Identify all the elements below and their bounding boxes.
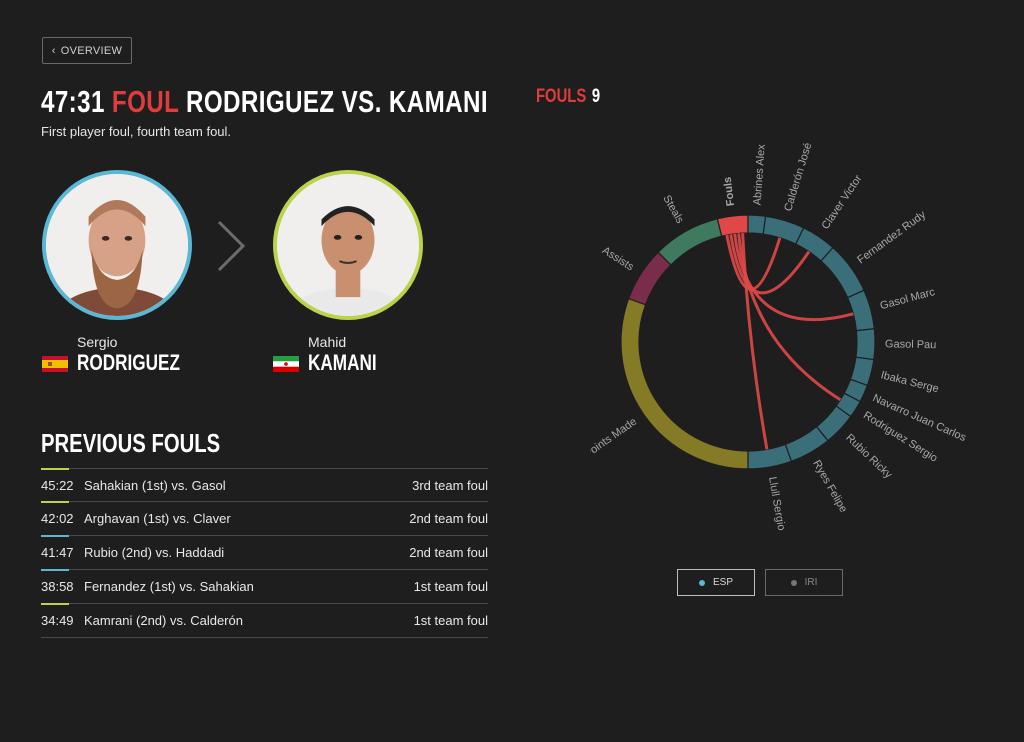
chord-arc-segment[interactable] bbox=[846, 289, 875, 332]
fouls-chord-chart: Fouls Abrines Alex Calderón José Claver Vic… bbox=[590, 141, 968, 532]
team-filter-label: ESP bbox=[712, 577, 733, 588]
foul-desc: Rubio (2nd) vs. Haddadi bbox=[84, 545, 225, 560]
chevron-left-icon: ‹ bbox=[51, 44, 56, 57]
team-accent-bar bbox=[41, 468, 69, 470]
chord-label: Llull Sergio bbox=[766, 476, 787, 532]
event-matchup: RODRIGUEZ VS. KAMANI bbox=[185, 84, 488, 119]
chord-arc-segment[interactable] bbox=[855, 328, 876, 361]
fouler-last-name: RODRIGUEZ bbox=[77, 350, 180, 375]
event-description: First player foul, fourth team foul. bbox=[41, 124, 232, 139]
chord-arc-segment[interactable] bbox=[716, 214, 749, 237]
chord-label: Fouls bbox=[722, 176, 737, 207]
team-dot-icon bbox=[698, 579, 705, 586]
chord-label: Claver Victor bbox=[820, 173, 865, 232]
foul-row[interactable]: 42:02 Arghavan (1st) vs. Claver 2nd team f… bbox=[41, 501, 488, 536]
event-time: 47:31 bbox=[41, 84, 105, 119]
team-accent-bar bbox=[41, 569, 69, 571]
fouled-first-name: Mahid bbox=[308, 334, 347, 350]
overview-label: OVERVIEW bbox=[60, 44, 123, 57]
chord-label: Navarro Juan Carlos bbox=[871, 392, 968, 444]
chord-label: Assists bbox=[600, 245, 636, 274]
chord-label: Points Made bbox=[590, 416, 639, 461]
foul-desc: Kamrani (2nd) vs. Calderón bbox=[84, 613, 243, 628]
chord-label: Calderón José bbox=[782, 141, 814, 212]
chord-label: Ibaka Serge bbox=[880, 369, 940, 395]
previous-fouls-title: PREVIOUS FOULS bbox=[41, 428, 221, 458]
foul-desc: Arghavan (1st) vs. Claver bbox=[84, 511, 231, 526]
foul-team-count: 1st team foul bbox=[413, 579, 488, 594]
foul-time: 34:49 bbox=[41, 613, 74, 628]
foul-time: 41:47 bbox=[41, 545, 74, 560]
chord-arc-segment[interactable] bbox=[657, 218, 723, 266]
foul-team-count: 2nd team foul bbox=[409, 545, 488, 560]
foul-row[interactable]: 41:47 Rubio (2nd) vs. Haddadi 2nd team fou… bbox=[41, 535, 488, 570]
foul-team-count: 3rd team foul bbox=[412, 477, 488, 493]
team-filter-esp[interactable]: ESP bbox=[677, 569, 755, 596]
foul-desc: Sahakian (1st) vs. Gasol bbox=[84, 477, 226, 493]
foul-row[interactable]: 34:49 Kamrani (2nd) vs. Calderón 1st team … bbox=[41, 603, 488, 638]
fouler-first-name: Sergio bbox=[77, 334, 118, 350]
chord-arc-segment[interactable] bbox=[747, 443, 793, 470]
fouler-avatar[interactable] bbox=[42, 170, 192, 320]
chord-label: Abrines Alex bbox=[751, 143, 767, 205]
chord-arc-segment[interactable] bbox=[784, 425, 829, 463]
chord-label: Gasol Pau bbox=[885, 338, 937, 351]
fouled-avatar[interactable] bbox=[273, 170, 423, 320]
foul-time: 38:58 bbox=[41, 579, 74, 594]
foul-team-count: 2nd team foul bbox=[409, 511, 488, 526]
chord-arc-segment[interactable] bbox=[627, 251, 672, 306]
fouls-count-label: FOULS bbox=[536, 86, 587, 107]
foul-team-count: 1st team foul bbox=[413, 613, 488, 628]
team-accent-bar bbox=[41, 501, 69, 503]
chord-label: Fernandez Rudy bbox=[855, 208, 928, 266]
chevron-right-icon bbox=[217, 220, 246, 272]
team-filter-label: IRI bbox=[804, 577, 818, 588]
foul-row[interactable]: 38:58 Fernandez (1st) vs. Sahakian 1st tea… bbox=[41, 569, 488, 604]
team-accent-bar bbox=[41, 535, 69, 537]
foul-time: 45:22 bbox=[41, 477, 74, 493]
event-type: FOUL bbox=[111, 84, 179, 119]
fouls-count: FOULS 9 bbox=[536, 86, 618, 108]
spain-flag-icon bbox=[42, 356, 68, 372]
team-dot-icon bbox=[790, 579, 797, 586]
foul-desc: Fernandez (1st) vs. Sahakian bbox=[84, 579, 254, 594]
team-accent-bar bbox=[41, 603, 69, 605]
chord-label: Gasol Marc bbox=[879, 286, 937, 312]
foul-time: 42:02 bbox=[41, 511, 74, 526]
chord-label: Steals bbox=[660, 193, 686, 226]
previous-fouls-list: 45:22 Sahakian (1st) vs. Gasol 3rd team fo… bbox=[41, 468, 488, 638]
fouls-count-value: 9 bbox=[591, 86, 601, 107]
fouled-last-name: KAMANI bbox=[308, 350, 377, 375]
team-filter-iri[interactable]: IRI bbox=[765, 569, 843, 596]
foul-row[interactable]: 45:22 Sahakian (1st) vs. Gasol 3rd team fo… bbox=[41, 468, 488, 502]
chord-link bbox=[741, 233, 769, 450]
overview-button[interactable]: ‹ OVERVIEW bbox=[42, 37, 132, 64]
iran-flag-icon bbox=[273, 356, 299, 372]
chord-label: Ryes Felipe bbox=[810, 458, 849, 514]
chord-arc-segment[interactable] bbox=[620, 297, 749, 470]
event-headline: 47:31 FOUL RODRIGUEZ VS. KAMANI bbox=[41, 84, 614, 120]
chord-label: Rubio Ricky bbox=[843, 432, 894, 481]
